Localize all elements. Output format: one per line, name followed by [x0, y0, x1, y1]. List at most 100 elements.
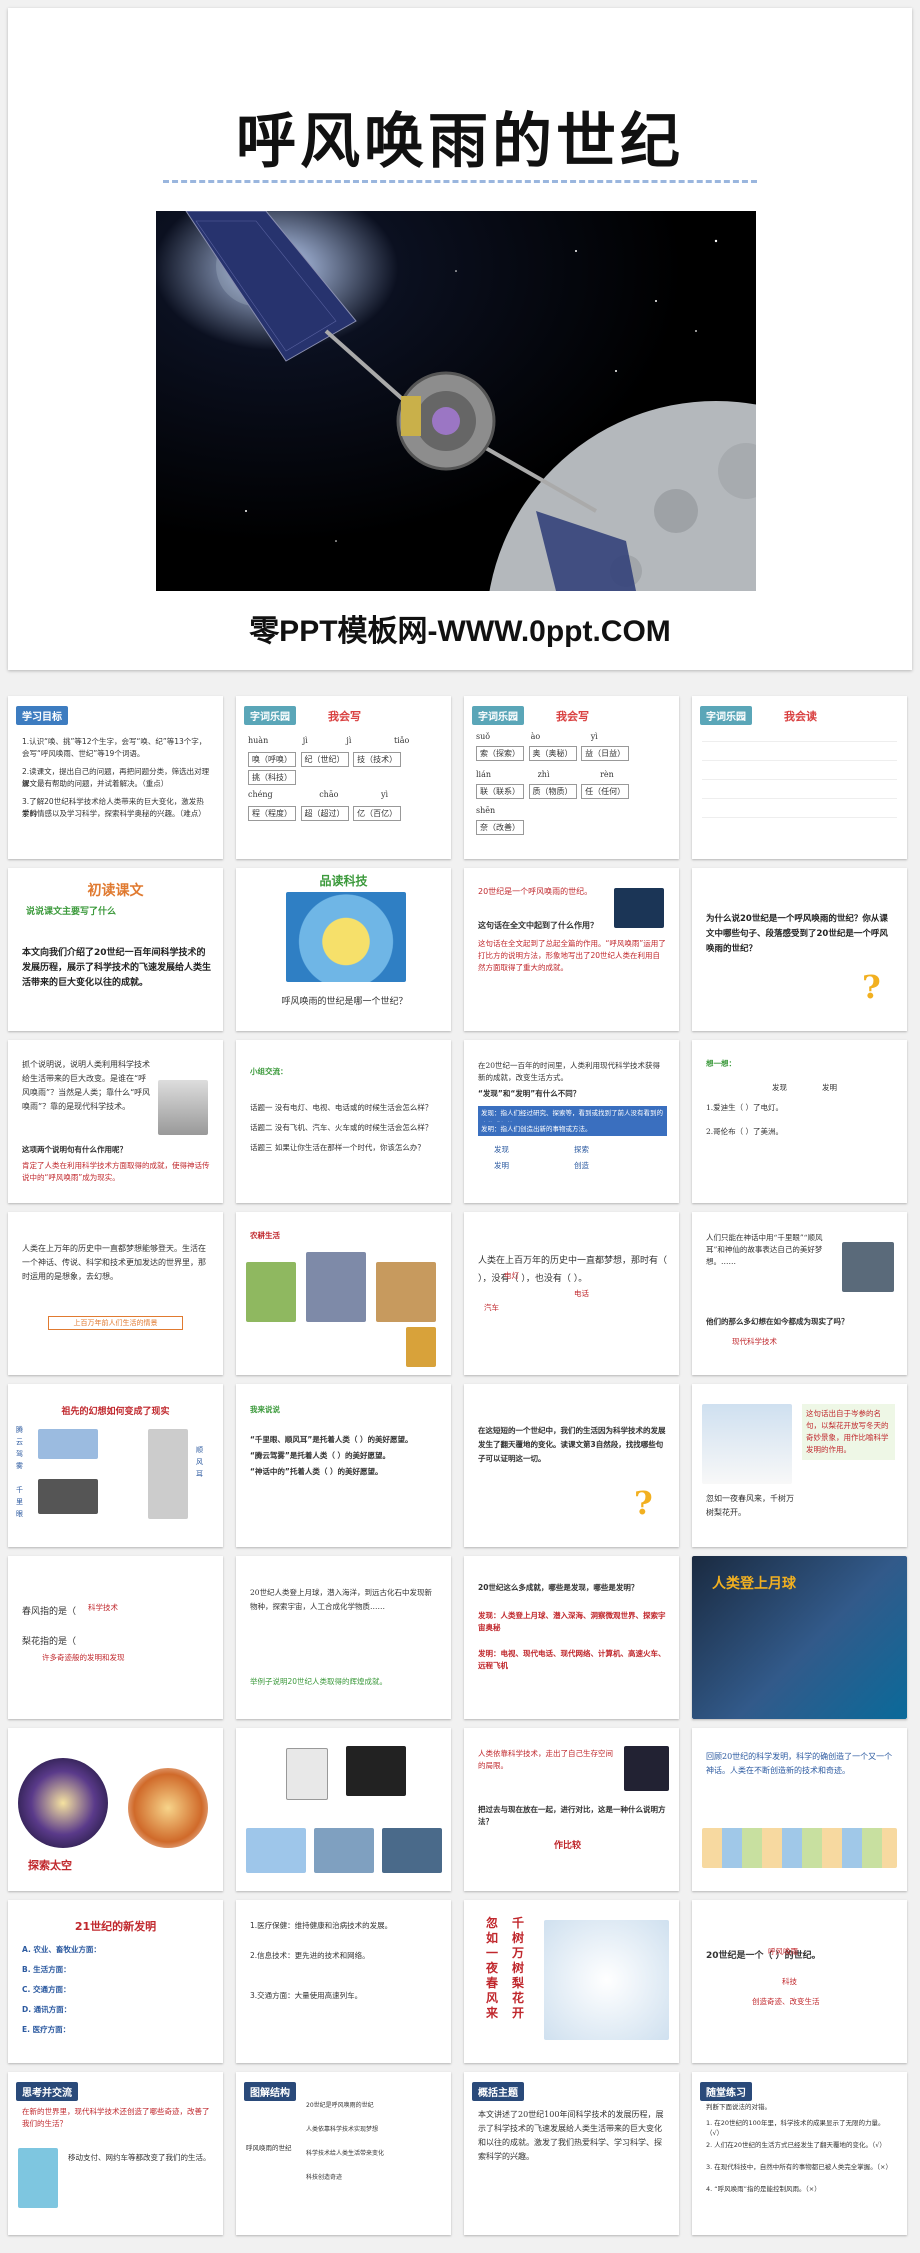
pinyin: ào: [530, 732, 541, 741]
term-right: 创造: [574, 1161, 589, 1170]
topic-line: 话题一 没有电灯、电视、电话或的时候生活会怎么样？: [250, 1103, 433, 1112]
structure-item: 科学技术给人类生活带来变化: [306, 2150, 385, 2157]
exercise-line: 2.哥伦布（ ）了美洲。: [706, 1127, 784, 1136]
slide-thumbnail-10[interactable]: 小组交流： 话题一 没有电灯、电视、电话或的时候生活会怎么样？ 话题二 没有飞机…: [236, 1040, 451, 1203]
slide-thumbnail-5[interactable]: 初读课文 说说课文主要写了什么 本文向我们介绍了20世纪一百年间科学技术的发展历…: [8, 868, 223, 1031]
slide-thumbnail-4[interactable]: 字词乐园 我会读: [692, 696, 907, 859]
slide-thumbnail-29[interactable]: 21世纪的新发明 A. 农业、畜牧业方面： B. 生活方面： C. 交通方面： …: [8, 1900, 223, 2063]
col-header: 发明: [822, 1083, 837, 1092]
house-image: [306, 1252, 366, 1322]
word-box: 奥（奥秘）: [528, 746, 577, 761]
slide-thumbnail-12[interactable]: 想一想： 发现 发明 1.爱迪生（ ）了电灯。 2.哥伦布（ ）了美洲。: [692, 1040, 907, 1203]
slide-heading: 随堂练习: [700, 2082, 752, 2101]
word-box: 奈（改善）: [476, 820, 524, 835]
slide-question: 这句话在全文中起到了什么作用？: [478, 921, 598, 930]
lantern-image: [406, 1327, 436, 1367]
slide-thumbnail-16[interactable]: 人们只能在神话中用“千里眼”“顺风耳”和神仙的故事表达自己的美好梦想。…… 他们…: [692, 1212, 907, 1375]
slide-thumbnail-30[interactable]: 1.医疗保健：维持健康和治病技术的发展。 2.信息技术：更先进的技术和网络。 3…: [236, 1900, 451, 2063]
question-mark-icon: ?: [634, 1484, 653, 1522]
slide-thumbnail-27[interactable]: 人类依靠科学技术，走出了自己生存空间的局限。 把过去与现在放在一起，进行对比，这…: [464, 1728, 679, 1891]
slide-thumbnail-35[interactable]: 概括主题 本文讲述了20世纪100年间科学技术的发展历程，展示了科学技术的飞速发…: [464, 2072, 679, 2235]
objective-line: 学的情感以及学习科学，探索科学奥秘的兴趣。（难点）: [22, 809, 206, 818]
slide-answer: 举例子说明20世纪人类取得的辉煌成就。: [250, 1677, 388, 1686]
slide-thumbnail-32[interactable]: 20世纪是一个（ ）的世纪。 呼风唤雨 科技 创造奇迹、改变生活: [692, 1900, 907, 2063]
slide-thumbnail-9[interactable]: 抓个说明说，说明人类利用科学技术给生活带来的巨大改变。是谁在“呼风唤雨”？当然是…: [8, 1040, 223, 1203]
structure-item: 人类依靠科学技术实现梦想: [306, 2126, 379, 2133]
slide-thumbnail-18[interactable]: 我来说说 “千里眼、顺风耳”是托着人类（ ）的美好愿望。 “腾云驾雾”是托着人类…: [236, 1384, 451, 1547]
dragon-image: [842, 1242, 894, 1292]
answer-1: 呼风唤雨: [768, 1947, 798, 1956]
binoculars-image: [38, 1479, 98, 1514]
slide-thumbnail-7[interactable]: 20世纪是一个呼风唤雨的世纪。 这句话在全文中起到了什么作用？ 这句话在全文起到…: [464, 868, 679, 1031]
slide-text: 人类依靠科学技术，走出了自己生存空间的局限。: [478, 1749, 613, 1770]
word-box: 联（联系）: [476, 784, 524, 799]
slide-heading: 字词乐园: [472, 706, 524, 725]
slide-thumbnail-21[interactable]: 春风指的是（ 科学技术 梨花指的是（ 许多奇迹般的发明和发现: [8, 1556, 223, 1719]
slide-thumbnail-25[interactable]: 探索太空: [8, 1728, 223, 1891]
pinyin: shēn: [476, 806, 496, 815]
slide-thumbnail-1[interactable]: 学习目标 1.认识“唤、挑”等12个生字，会写“唤、纪”等13个字， 会写“呼风…: [8, 696, 223, 859]
astronaut-image: [624, 1746, 669, 1791]
slide-thumbnail-36[interactable]: 随堂练习 判断下面说法的对错。 1. 在20世纪的100年里，科学技术的成果显示…: [692, 2072, 907, 2235]
slide-title: 人类登上月球: [712, 1576, 796, 1592]
pinyin: tiǎo: [393, 736, 410, 745]
slide-thumbnail-13[interactable]: 人类在上万年的历史中一直都梦想能够登天。生活在一个神话、传说、科学和技术更加发达…: [8, 1212, 223, 1375]
fill-line: “千里眼、顺风耳”是托着人类（ ）的美好愿望。: [250, 1435, 413, 1444]
slide-heading: 小组交流：: [250, 1067, 288, 1076]
slide-answer: 移动支付、网约车等都改变了我们的生活。: [68, 2153, 211, 2162]
slide-thumbnail-8[interactable]: 为什么说20世纪是一个呼风唤雨的世纪？你从课文中哪些句子、段落感受到了20世纪是…: [692, 868, 907, 1031]
slide-answer: 肯定了人类在利用科学技术方面取得的成就，使得神话传说中的“呼风唤雨”成为现实。: [22, 1161, 210, 1182]
slide-ribbon: 我会写: [556, 710, 589, 723]
telephone-image: [286, 1748, 328, 1800]
label: 顺风耳: [196, 1446, 203, 1478]
word-box: 超（超过）: [300, 806, 349, 821]
slide-question: 在新的世界里，现代科学技术还创造了哪些奇迹，改善了我们的生活？: [22, 2107, 210, 2128]
jet-image: [382, 1828, 442, 1873]
term-right: 探索: [574, 1145, 589, 1154]
slide-thumbnail-20[interactable]: 忽如一夜春风来，千树万树梨花开。 这句话出自于岑参的名句，以梨花开放写冬天的奇妙…: [692, 1384, 907, 1547]
objective-line: 课文最有帮助的问题，并试着解决。（重点）: [22, 779, 169, 788]
slide-text: 本文讲述了20世纪100年间科学技术的发展历程，展示了科学技术的飞速发展给人类生…: [478, 2110, 664, 2161]
slide-thumbnail-34[interactable]: 图解结构 呼风唤雨的世纪 20世纪是呼风唤雨的世纪 人类依靠科学技术实现梦想 科…: [236, 2072, 451, 2235]
exercise-line: 1.爱迪生（ ）了电灯。: [706, 1103, 784, 1112]
slide-heading: 想一想：: [706, 1059, 736, 1068]
slide-question: 20世纪这么多成就，哪些是发现，哪些是发明？: [478, 1583, 639, 1592]
phone-image: [148, 1429, 188, 1519]
slide-thumbnail-11[interactable]: 在20世纪一百年的时间里，人类利用现代科学技术获得新的成就，改变生活方式。 “发…: [464, 1040, 679, 1203]
structure-item: 科技创造奇迹: [306, 2174, 343, 2181]
slide-thumbnail-17[interactable]: 祖先的幻想如何变成了现实 腾云驾雾 千里眼 顺风耳: [8, 1384, 223, 1547]
fill-line: 梨花指的是（: [22, 1637, 77, 1647]
word-box: 质（物质）: [528, 784, 577, 799]
category-line: A. 农业、畜牧业方面：: [22, 1945, 101, 1954]
slide-thumbnail-3[interactable]: 字词乐园 我会写 suǒ ào yì 索（探索） 奥（奥秘） 益（日益） liá…: [464, 696, 679, 859]
exercise-line: 4. “呼风唤雨”指的是能控制风雨。（×）: [706, 2185, 821, 2193]
verse-1: 忽如一夜春风来: [486, 1916, 499, 2020]
slide-thumbnail-14[interactable]: 农耕生活: [236, 1212, 451, 1375]
slide-body: 本文向我们介绍了20世纪一百年间科学技术的发展历程，展示了科学技术的飞速发展给人…: [22, 948, 212, 988]
slide-thumbnail-31[interactable]: 忽如一夜春风来 千树万树梨花开: [464, 1900, 679, 2063]
topic-line: 话题二 没有飞机、汽车、火车或的时候生活会怎么样？: [250, 1123, 433, 1132]
slide-text: 人们只能在神话中用“千里眼”“顺风耳”和神仙的故事表达自己的美好梦想。……: [706, 1233, 823, 1266]
word-box: 唤（呼唤）: [248, 752, 296, 767]
side-note: 这句话出自于岑参的名句，以梨花开放写冬天的奇妙景象，用作比喻科学发明的作用。: [802, 1404, 895, 1460]
slide-thumbnail-15[interactable]: 人类在上百万年的历史中一直都梦想，那时有（ ），没有（ ），也没有（ ）。 电灯…: [464, 1212, 679, 1375]
slide-thumbnail-22[interactable]: 20世纪人类登上月球，潜入海洋，到远古化石中发现新物种，探索宇宙，人工合成化学物…: [236, 1556, 451, 1719]
invent-bar: 发明：指人们创造出新的事物或方法。: [478, 1122, 667, 1136]
cover-slide[interactable]: 呼风唤雨的世纪 零PPT模板网-WWW.0ppt.COM: [8, 8, 912, 670]
category-line: D. 通讯方面：: [22, 2005, 72, 2014]
slide-thumbnail-23[interactable]: 20世纪这么多成就，哪些是发现，哪些是发明？ 发现：人类登上月球、潜入深海、洞察…: [464, 1556, 679, 1719]
slide-thumbnail-33[interactable]: 思考并交流 在新的世界里，现代科学技术还创造了哪些奇迹，改善了我们的生活？ 移动…: [8, 2072, 223, 2235]
slide-thumbnail-24[interactable]: 人类登上月球: [692, 1556, 907, 1719]
slide-question: 为什么说20世纪是一个呼风唤雨的世纪？你从课文中哪些句子、段落感受到了20世纪是…: [706, 914, 888, 954]
slide-subtitle: 说说课文主要写了什么: [26, 907, 117, 917]
slide-thumbnail-19[interactable]: 在这短短的一个世纪中，我们的生活因为科学技术的发展发生了翻天覆地的变化。读课文第…: [464, 1384, 679, 1547]
slide-caption: 忽如一夜春风来，千树万树梨花开。: [706, 1494, 794, 1517]
slide-thumbnail-6[interactable]: 品读科技 呼风唤雨的世纪是哪一个世纪？: [236, 868, 451, 1031]
slide-thumbnail-26[interactable]: [236, 1728, 451, 1891]
slide-thumbnail-2[interactable]: 字词乐园 我会写 huàn jì jì tiǎo 唤（呼唤） 纪（世纪） 技（技…: [236, 696, 451, 859]
slide-thumbnail-28[interactable]: 回顾20世纪的科学发明，科学的确创造了一个又一个神话。人类在不断创造新的技术和奇…: [692, 1728, 907, 1891]
pinyin: yì: [380, 790, 389, 799]
slide-heading: 思考并交流: [16, 2082, 78, 2101]
slide-text: 在这短短的一个世纪中，我们的生活因为科学技术的发展发生了翻天覆地的变化。读课文第…: [478, 1426, 666, 1463]
answer-2: 科技: [782, 1977, 797, 1986]
